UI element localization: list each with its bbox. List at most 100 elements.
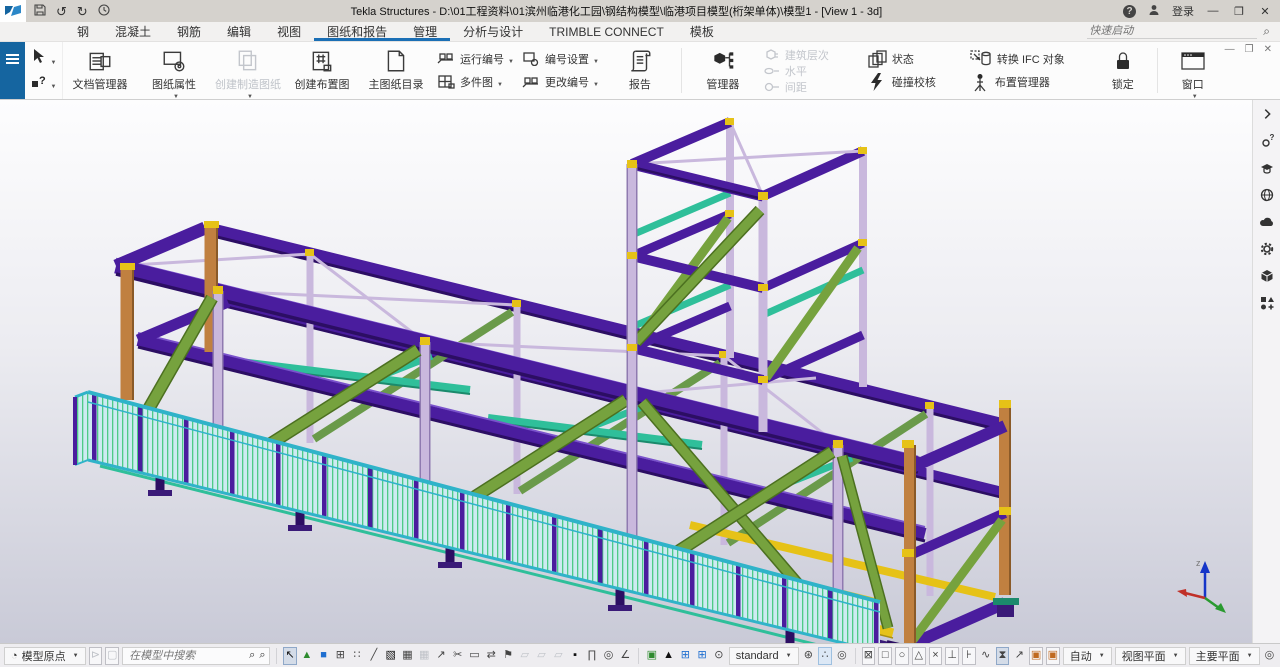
tab-rebar[interactable]: 钢筋 xyxy=(164,22,214,41)
snap-endpoint-toggle[interactable]: ⊠ xyxy=(862,647,876,665)
snap-ortho-toggle[interactable]: ▣ xyxy=(1029,647,1043,665)
snap-center-toggle[interactable]: □ xyxy=(878,647,892,665)
select-lines-toggle[interactable]: ╱ xyxy=(367,647,381,665)
side-panel-expand-icon[interactable] xyxy=(1256,104,1278,124)
standard-dropdown[interactable]: standard xyxy=(729,647,799,665)
swap-toggle[interactable]: ⇄ xyxy=(484,647,498,665)
render-view-toggle[interactable]: ▣ xyxy=(645,647,659,665)
zoom-select-toggle[interactable]: ⊙ xyxy=(712,647,726,665)
snap-any-toggle[interactable]: ⧗ xyxy=(996,647,1010,665)
history-icon[interactable] xyxy=(98,4,110,18)
ribbon-restore-button[interactable]: ❐ xyxy=(1245,44,1254,55)
snap-nearest-toggle[interactable]: ↗ xyxy=(1012,647,1026,665)
undo-icon[interactable]: ↺ xyxy=(56,5,67,18)
globe-icon[interactable] xyxy=(1256,185,1278,205)
components-shapes-icon[interactable] xyxy=(1256,293,1278,313)
select-cursor-button[interactable] xyxy=(31,48,57,69)
model-origin-dropdown[interactable]: ◔ 模型原点 xyxy=(4,647,86,665)
tab-analysis-design[interactable]: 分析与设计 xyxy=(450,22,536,41)
redo-icon[interactable]: ↻ xyxy=(77,5,88,18)
reports-button[interactable]: 报告 xyxy=(603,42,677,99)
convert-ifc-button[interactable]: 转换 IFC 对象 xyxy=(970,50,1065,68)
maximize-button[interactable]: ❐ xyxy=(1232,5,1246,18)
snap-points-button[interactable]: ∴ xyxy=(818,647,832,665)
model-viewport[interactable]: z xyxy=(0,100,1252,643)
search-icon[interactable]: ⌕ xyxy=(249,649,255,662)
quick-launch-input[interactable] xyxy=(1087,24,1257,39)
select-grids-toggle[interactable]: ▦ xyxy=(401,647,415,665)
angle-toggle[interactable]: ∠ xyxy=(618,647,632,665)
window-button[interactable]: 窗口 xyxy=(1162,42,1224,99)
status-button[interactable]: 状态 xyxy=(867,50,936,68)
gear-icon[interactable] xyxy=(1256,239,1278,259)
model-search[interactable]: ⌕ ⌕ xyxy=(122,647,270,665)
login-link[interactable]: 登录 xyxy=(1172,3,1194,19)
lock-button[interactable]: 锁定 xyxy=(1093,42,1153,99)
change-numbering-button[interactable]: 更改编号 xyxy=(522,74,599,90)
file-menu-button[interactable] xyxy=(0,42,25,99)
drag-drop-toggle[interactable]: ↗ xyxy=(434,647,448,665)
learning-cap-icon[interactable] xyxy=(1256,158,1278,178)
run-numbering-button[interactable]: 运行编号 xyxy=(437,51,514,67)
snap-freeline-toggle[interactable]: ∿ xyxy=(979,647,993,665)
view-toggle[interactable]: ◎ xyxy=(602,647,616,665)
snap-visibility-button[interactable]: ◎ xyxy=(835,647,849,665)
tab-trimble-connect[interactable]: TRIMBLE CONNECT xyxy=(536,22,677,41)
tab-view[interactable]: 视图 xyxy=(264,22,314,41)
multi-drawing-button[interactable]: 多件图 xyxy=(437,74,514,90)
cut-plane-toggle[interactable]: ✂ xyxy=(451,647,465,665)
snap-settings-button[interactable]: ⊛ xyxy=(802,647,816,665)
master-drawing-catalog-button[interactable]: 主图纸目录 xyxy=(359,42,433,99)
save-icon[interactable] xyxy=(34,4,46,18)
auto-dropdown[interactable]: 自动 xyxy=(1063,647,1112,665)
part-render-toggle[interactable]: ▲ xyxy=(662,647,676,665)
select-components-toggle[interactable]: ⊞ xyxy=(333,647,347,665)
tab-template[interactable]: 模板 xyxy=(677,22,727,41)
flag-toggle[interactable]: ⚑ xyxy=(501,647,515,665)
snap-ref-toggle[interactable]: ▣ xyxy=(1046,647,1060,665)
create-layout-drawing-button[interactable]: 创建布置图 xyxy=(285,42,359,99)
snap-perpendicular-toggle[interactable]: ⊥ xyxy=(945,647,959,665)
select-cursor-toggle[interactable]: ↖ xyxy=(283,647,297,665)
snap-circle-toggle[interactable]: ○ xyxy=(895,647,909,665)
view-plane-dropdown[interactable]: 视图平面 xyxy=(1115,647,1186,665)
model-cube-icon[interactable] xyxy=(1256,266,1278,286)
inquire-button[interactable]: ? xyxy=(31,74,57,93)
layout-manager-button[interactable]: 布置管理器 xyxy=(970,73,1065,92)
document-manager-button[interactable]: 文档管理器 xyxy=(63,42,137,99)
search-options-icon[interactable]: ⌕ xyxy=(259,649,265,662)
minimize-button[interactable]: — xyxy=(1206,5,1220,17)
main-plane-dropdown[interactable]: 主要平面 xyxy=(1189,647,1260,665)
select-points-toggle[interactable]: ∷ xyxy=(350,647,364,665)
multi-grid-toggle[interactable]: ⊞ xyxy=(695,647,709,665)
snap-extension-toggle[interactable]: ⊦ xyxy=(962,647,976,665)
numbering-settings-button[interactable]: 编号设置 xyxy=(522,51,599,67)
dark-square-toggle[interactable]: ▪ xyxy=(568,647,582,665)
clash-check-button[interactable]: 碰撞校核 xyxy=(867,73,936,91)
organizer-button[interactable]: 管理器 xyxy=(686,42,760,99)
select-objects-toggle[interactable]: ■ xyxy=(317,647,331,665)
frame-toggle[interactable]: ∏ xyxy=(585,647,599,665)
select-planes-toggle[interactable]: ▭ xyxy=(468,647,482,665)
snap-midpoint-toggle[interactable]: △ xyxy=(912,647,926,665)
ribbon-close-button[interactable]: ✕ xyxy=(1264,44,1272,55)
settings-help-icon[interactable]: ? xyxy=(1256,131,1278,151)
tab-manage[interactable]: 管理 xyxy=(400,22,450,41)
help-icon[interactable]: ? xyxy=(1123,5,1136,18)
snap-intersection-toggle[interactable]: × xyxy=(929,647,943,665)
tab-concrete[interactable]: 混凝土 xyxy=(102,22,164,41)
user-icon[interactable] xyxy=(1148,4,1160,19)
grid-view-toggle[interactable]: ⊞ xyxy=(678,647,692,665)
search-icon[interactable]: ⌕ xyxy=(1263,24,1270,39)
plane-visibility-toggle[interactable]: ◎ xyxy=(1263,647,1277,665)
cloud-icon[interactable] xyxy=(1256,212,1278,232)
tab-edit[interactable]: 编辑 xyxy=(214,22,264,41)
close-button[interactable]: ✕ xyxy=(1258,5,1272,18)
tab-drawings-reports[interactable]: 图纸和报告 xyxy=(314,22,400,41)
select-parts-toggle[interactable]: ▲ xyxy=(300,647,314,665)
tab-steel[interactable]: 钢 xyxy=(64,22,102,41)
model-search-input[interactable] xyxy=(127,649,245,663)
select-assemblies-toggle[interactable]: ▧ xyxy=(384,647,398,665)
drawing-properties-button[interactable]: 图纸属性 xyxy=(137,42,211,99)
ribbon-minimize-button[interactable]: — xyxy=(1225,44,1235,55)
